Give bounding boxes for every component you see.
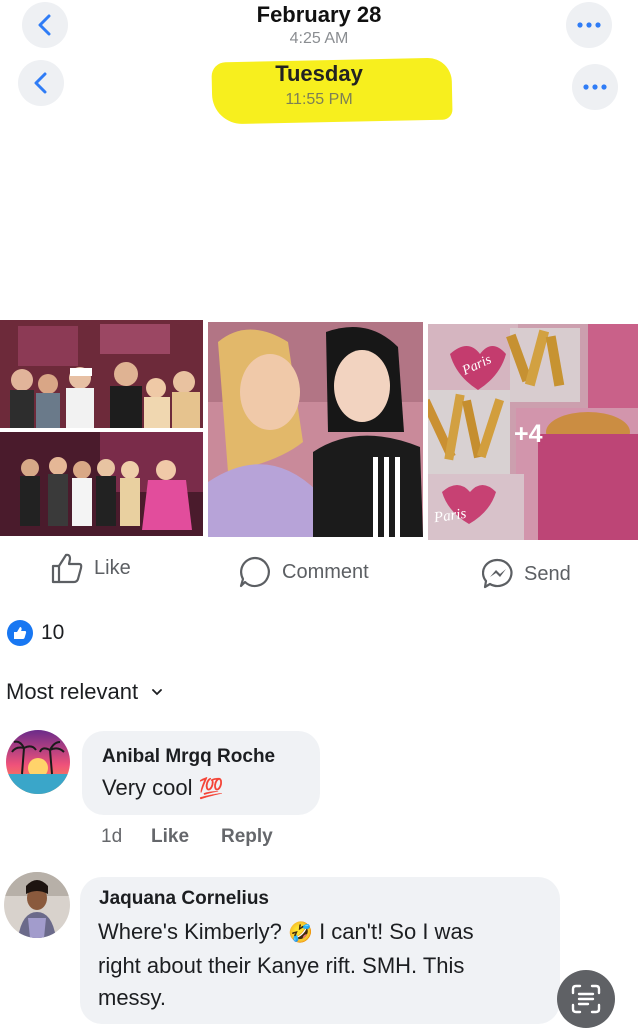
header-date: February 28 bbox=[256, 2, 382, 27]
like-label: Like bbox=[94, 556, 131, 579]
hundred-points-emoji: 💯 bbox=[198, 778, 224, 800]
header-day-time: 11:55 PM bbox=[285, 91, 353, 108]
comment-like-button[interactable]: Like bbox=[151, 826, 189, 848]
like-reaction-icon bbox=[7, 620, 33, 646]
comment-text: Very cool 💯 bbox=[102, 775, 224, 800]
comment-text-line-3: messy. bbox=[98, 985, 167, 1010]
more-options-button-secondary[interactable] bbox=[572, 64, 618, 110]
comment-sort-dropdown[interactable]: Most relevant bbox=[6, 679, 162, 705]
more-photos-count: +4 bbox=[514, 420, 543, 448]
text-scan-icon bbox=[571, 984, 601, 1014]
reaction-summary[interactable]: 10 bbox=[7, 620, 64, 646]
comment-button[interactable]: Comment bbox=[238, 555, 369, 589]
header-day: Tuesday bbox=[275, 61, 363, 86]
comment-age: 1d bbox=[101, 826, 123, 847]
header-time: 4:25 AM bbox=[289, 30, 349, 47]
photo-food-boxes[interactable]: +4 Paris Paris bbox=[428, 324, 638, 540]
messenger-icon bbox=[482, 558, 513, 589]
photo-group-collage[interactable] bbox=[0, 320, 203, 536]
chevron-down-icon bbox=[152, 689, 162, 696]
thumbs-up-icon bbox=[51, 553, 83, 584]
comment-author[interactable]: Anibal Mrgq Roche bbox=[102, 746, 275, 768]
sort-label: Most relevant bbox=[6, 679, 139, 704]
comment-text-line-2: right about their Kanye rift. SMH. This bbox=[98, 953, 465, 978]
live-text-scan-button[interactable] bbox=[557, 970, 615, 1028]
comment-text-line-1: Where's Kimberly? 🤣 I can't! So I was bbox=[98, 919, 474, 944]
reaction-count: 10 bbox=[41, 621, 65, 644]
like-button[interactable]: Like bbox=[50, 552, 131, 584]
send-button[interactable]: Send bbox=[482, 558, 571, 590]
more-options-button[interactable] bbox=[566, 2, 612, 48]
ellipsis-icon bbox=[577, 22, 601, 28]
comment-label: Comment bbox=[282, 560, 369, 583]
avatar[interactable] bbox=[6, 730, 70, 794]
comment-author[interactable]: Jaquana Cornelius bbox=[99, 888, 269, 910]
ellipsis-icon bbox=[583, 84, 607, 90]
send-label: Send bbox=[524, 562, 571, 585]
comment-bubble-icon bbox=[239, 556, 270, 588]
comment-reply-button[interactable]: Reply bbox=[221, 826, 273, 848]
photo-portrait[interactable] bbox=[208, 322, 423, 537]
avatar[interactable] bbox=[4, 872, 70, 938]
rofl-emoji: 🤣 bbox=[288, 922, 313, 944]
